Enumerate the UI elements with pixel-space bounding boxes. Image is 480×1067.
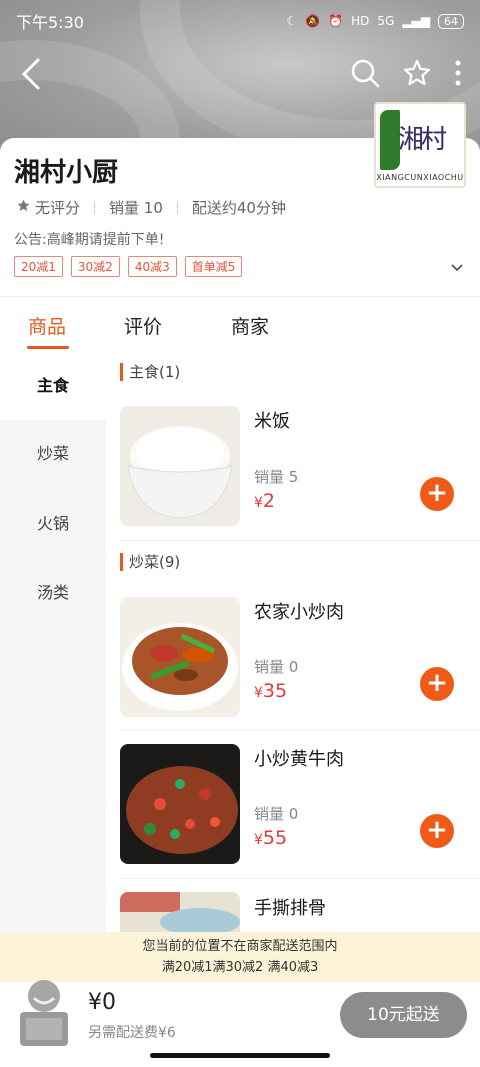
home-indicator[interactable] bbox=[150, 1053, 330, 1058]
store-tabs: 商品 评价 商家 bbox=[0, 300, 480, 352]
logo-leaf-icon bbox=[380, 110, 400, 170]
item-price: ¥2 bbox=[254, 490, 275, 512]
promo-tag: 30减2 bbox=[70, 256, 120, 277]
tab-reviews[interactable]: 评价 bbox=[124, 312, 162, 339]
hd-icon: HD bbox=[351, 14, 370, 28]
divider bbox=[0, 296, 480, 297]
currency-symbol: ¥ bbox=[254, 495, 263, 511]
add-to-cart-button[interactable]: + bbox=[420, 814, 454, 848]
category-item-stir-fry[interactable]: 炒菜 bbox=[0, 420, 106, 488]
store-meta: 无评分 销量 10 配送约40分钟 bbox=[16, 197, 286, 218]
signal-label: 5G bbox=[377, 14, 395, 28]
category-item-soup[interactable]: 汤类 bbox=[0, 559, 106, 627]
item-image[interactable] bbox=[120, 744, 240, 864]
tab-indicator bbox=[27, 346, 69, 349]
promo-tag: 40减3 bbox=[127, 256, 177, 277]
item-price: ¥55 bbox=[254, 827, 287, 849]
item-sales: 销量 0 bbox=[254, 658, 299, 676]
delivery-fee: 另需配送费¥6 bbox=[88, 1025, 176, 1041]
item-sales: 销量 0 bbox=[254, 805, 299, 823]
add-to-cart-button[interactable]: + bbox=[420, 477, 454, 511]
item-name: 米饭 bbox=[254, 411, 290, 432]
divider bbox=[120, 730, 480, 731]
top-nav bbox=[0, 56, 480, 96]
currency-symbol: ¥ bbox=[254, 685, 263, 701]
meta-divider bbox=[94, 201, 96, 214]
category-item-hotpot[interactable]: 火锅 bbox=[0, 490, 106, 558]
tab-merchant[interactable]: 商家 bbox=[231, 312, 269, 339]
star-rating-icon bbox=[16, 198, 31, 217]
store-logo: 湘村小厨 XIANGCUNXIAOCHU bbox=[374, 102, 466, 188]
signal-icon: ▂▄▆ bbox=[402, 14, 430, 28]
checkout-button[interactable]: 10元起送 bbox=[340, 992, 467, 1038]
search-icon[interactable] bbox=[350, 58, 380, 92]
promo-tag: 首单减5 bbox=[184, 256, 243, 277]
section-title: 炒菜(9) bbox=[120, 553, 180, 571]
item-sales: 销量 5 bbox=[254, 468, 299, 486]
back-icon[interactable] bbox=[20, 56, 42, 96]
category-item-staple[interactable]: 主食 bbox=[0, 352, 106, 420]
promo-tags: 20减1 30减2 40减3 首单减5 bbox=[14, 256, 243, 277]
divider bbox=[120, 540, 480, 541]
moon-icon: ☾ bbox=[286, 14, 298, 28]
item-name: 手撕排骨 bbox=[254, 898, 326, 919]
category-sidebar: 主食 炒菜 火锅 汤类 bbox=[0, 352, 106, 932]
item-image[interactable] bbox=[120, 597, 240, 717]
battery-icon: 64 bbox=[438, 13, 464, 29]
divider bbox=[120, 878, 480, 879]
logo-subtext: XIANGCUNXIAOCHU bbox=[376, 173, 464, 182]
item-image[interactable] bbox=[120, 406, 240, 526]
item-price: ¥35 bbox=[254, 680, 287, 702]
store-rating: 无评分 bbox=[35, 199, 81, 217]
item-name: 小炒黄牛肉 bbox=[254, 749, 344, 770]
add-to-cart-button[interactable]: + bbox=[420, 667, 454, 701]
section-title: 主食(1) bbox=[120, 363, 180, 381]
item-name: 农家小炒肉 bbox=[254, 602, 344, 623]
status-bar: 下午5:30 ☾ 🔕 ⏰ HD 5G ▂▄▆ 64 bbox=[16, 8, 464, 34]
store-name: 湘村小厨 bbox=[14, 158, 119, 188]
store-notice: 公告:高峰期请提前下单! bbox=[14, 232, 165, 248]
more-icon[interactable] bbox=[454, 58, 462, 92]
mute-icon: 🔕 bbox=[305, 14, 321, 28]
price-value: 2 bbox=[262, 490, 276, 512]
warning-line: 您当前的位置不在商家配送范围内 bbox=[142, 939, 338, 954]
cart-total: ¥0 bbox=[88, 990, 116, 1015]
star-icon[interactable] bbox=[402, 58, 432, 92]
status-time: 下午5:30 bbox=[16, 13, 84, 32]
promo-tag: 20减1 bbox=[14, 256, 63, 277]
tab-products[interactable]: 商品 bbox=[28, 312, 66, 339]
price-value: 35 bbox=[262, 680, 288, 702]
price-value: 55 bbox=[262, 827, 288, 849]
alarm-icon: ⏰ bbox=[328, 14, 344, 28]
currency-symbol: ¥ bbox=[254, 832, 263, 848]
chevron-down-icon[interactable] bbox=[450, 258, 464, 277]
item-image[interactable] bbox=[120, 892, 240, 932]
store-delivery-time: 配送约40分钟 bbox=[191, 199, 286, 217]
store-sales: 销量 10 bbox=[109, 199, 163, 217]
meta-divider bbox=[176, 201, 178, 214]
cart-icon[interactable] bbox=[12, 968, 76, 1050]
